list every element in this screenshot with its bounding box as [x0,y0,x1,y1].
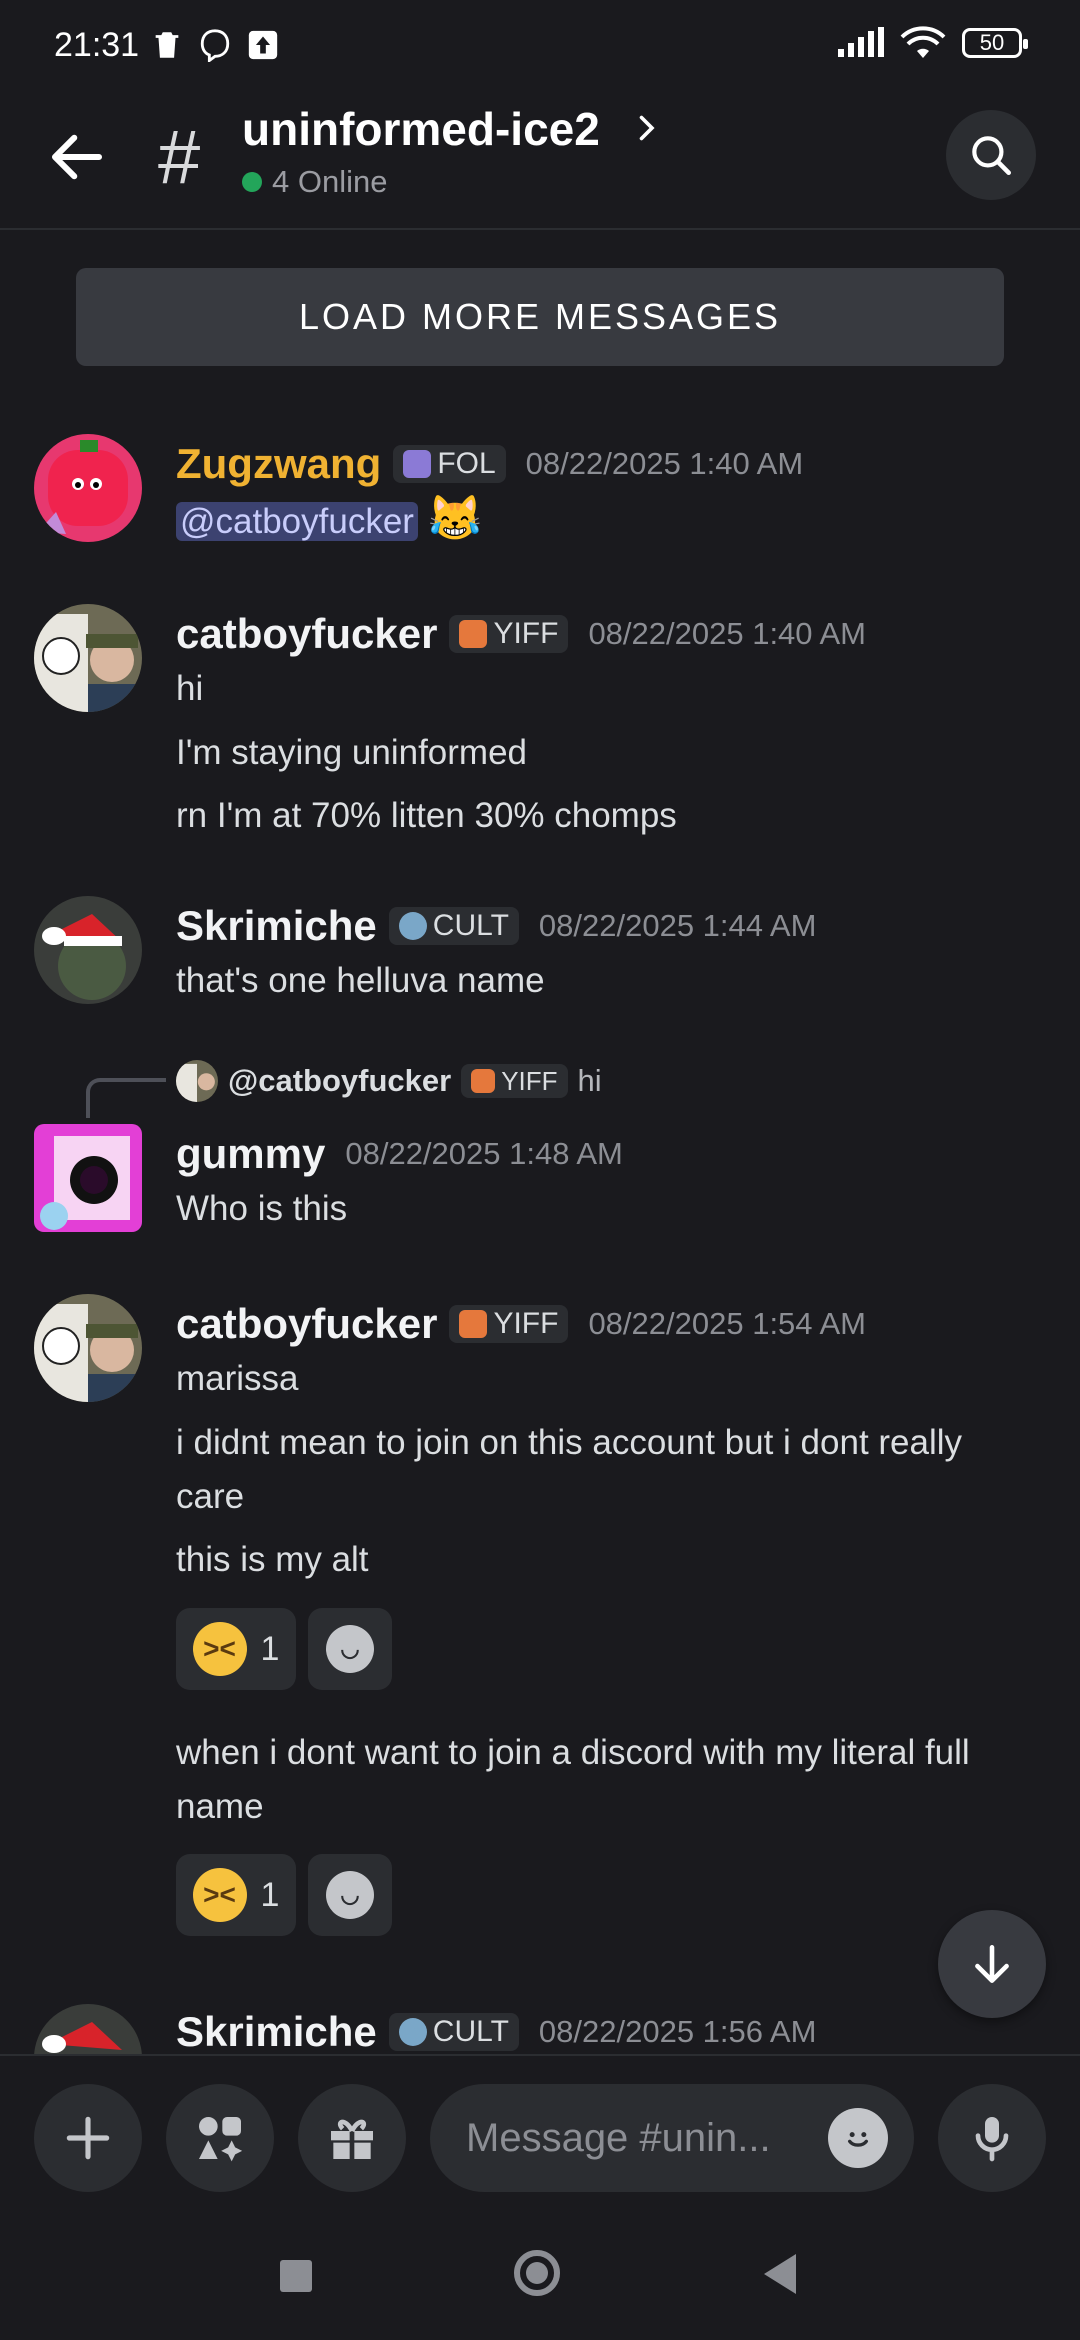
reaction-laughing[interactable]: >< 1 [176,1608,296,1690]
reaction-laughing[interactable]: >< 1 [176,1854,296,1936]
sword-icon [403,450,432,478]
channel-header: # uninformed-ice2 4 Online [0,96,1080,230]
avatar[interactable] [34,1294,142,1402]
status-bar: 21:31 50 [0,0,1080,96]
jump-to-bottom-button[interactable] [938,1910,1046,2018]
apps-button[interactable] [166,2084,274,2192]
emoji-picker-icon[interactable] [828,2108,888,2168]
message-line: that's one helluva name [176,961,545,1000]
wifi-icon [900,26,946,58]
apps-icon [199,2117,243,2162]
message-line: Who is this [176,1189,348,1228]
recent-apps-button[interactable] [280,2260,312,2292]
status-notification-icons [150,28,280,62]
message-content: @catboyfucker 😹 [176,492,1036,549]
load-more-button[interactable]: LOAD MORE MESSAGES [76,268,1004,366]
arrow-down-icon [975,1945,1009,1983]
viber-icon [200,29,230,62]
message-skrimiche-2: Skrimiche CULT 08/22/2025 1:56 AM [0,2000,1080,2054]
cult-icon [398,912,427,940]
online-count-text: 4 Online [272,164,388,199]
username[interactable]: Skrimiche [176,902,377,950]
message-line: when i dont want to join a discord with … [176,1733,970,1826]
signal-icon [838,27,884,57]
reaction-count: 1 [260,1875,280,1914]
add-reaction-button[interactable]: ◡ [308,1608,392,1690]
reaction-count: 1 [260,1629,280,1668]
timestamp: 08/22/2025 1:44 AM [538,908,817,943]
user-tag: CULT [388,907,519,945]
avatar[interactable] [34,896,142,1004]
message-composer: Message #unin... [0,2054,1080,2212]
username[interactable]: catboyfucker [176,610,437,658]
system-navigation-bar [0,2210,1080,2340]
timestamp: 08/22/2025 1:56 AM [538,2014,817,2049]
timestamp: 08/22/2025 1:40 AM [525,446,804,481]
timestamp: 08/22/2025 1:40 AM [588,616,866,651]
back-arrow-icon[interactable] [44,124,110,190]
search-icon [972,136,1011,175]
timestamp: 08/22/2025 1:48 AM [345,1136,623,1171]
reply-user-tag: YIFF [461,1064,568,1098]
username[interactable]: gummy [176,1130,325,1178]
laughing-emoji-icon: >< [192,1622,247,1676]
avatar[interactable] [34,1124,142,1232]
username[interactable]: Zugzwang [176,440,381,488]
user-tag: YIFF [449,1305,569,1343]
message-input-placeholder: Message #unin... [466,2115,771,2160]
battery-indicator: 50 [962,28,1028,58]
avatar[interactable] [34,604,142,712]
avatar[interactable] [34,434,142,542]
status-system-icons: 50 [836,26,1028,60]
plus-icon [66,2116,110,2160]
message-line: this is my alt [176,1540,369,1579]
voice-message-button[interactable] [938,2084,1046,2192]
smile-icon: ◡ [326,1871,374,1919]
trash-icon [155,32,179,58]
fox-icon [459,1310,488,1338]
reply-avatar [176,1060,218,1102]
online-status-dot [242,172,262,192]
message-input[interactable]: Message #unin... [430,2084,914,2192]
avatar[interactable] [34,2004,142,2054]
attach-button[interactable] [34,2084,142,2192]
fox-icon [471,1069,496,1093]
user-mention[interactable]: @catboyfucker [176,502,418,541]
online-count: 4 Online [242,164,387,200]
microphone-icon [975,2117,1009,2162]
message-line: i didnt mean to join on this account but… [176,1423,963,1516]
upload-icon [248,30,278,60]
message-line: marissa [176,1359,299,1398]
fox-icon [459,620,488,648]
cult-icon [398,2018,427,2046]
search-button[interactable] [946,110,1036,200]
username[interactable]: catboyfucker [176,1300,437,1348]
message-line: hi [176,669,204,708]
reply-text: hi [577,1063,602,1098]
username[interactable]: Skrimiche [176,2008,377,2054]
channel-name[interactable]: uninformed-ice2 [242,102,600,156]
add-reaction-button[interactable]: ◡ [308,1854,392,1936]
user-tag: YIFF [449,615,569,653]
system-back-button[interactable] [764,2254,796,2294]
user-tag: CULT [388,2013,519,2051]
home-button[interactable] [514,2250,560,2296]
status-time: 21:31 [54,26,140,64]
gift-button[interactable] [298,2084,406,2192]
gift-icon [331,2119,373,2159]
message-line: I'm staying uninformed [176,733,528,772]
laughing-cat-emoji: 😹 [427,494,483,543]
channel-hash-icon: # [158,115,201,200]
smile-icon: ◡ [326,1625,374,1673]
reply-preview[interactable]: @catboyfucker YIFF hi [176,1060,602,1102]
reply-username[interactable]: @catboyfucker [228,1063,451,1099]
timestamp: 08/22/2025 1:54 AM [588,1306,866,1341]
chevron-right-icon[interactable] [628,110,664,146]
user-tag: FOL [393,445,506,483]
message-line: rn I'm at 70% litten 30% chomps [176,796,677,835]
laughing-emoji-icon: >< [192,1868,247,1922]
reply-connector [86,1078,166,1118]
